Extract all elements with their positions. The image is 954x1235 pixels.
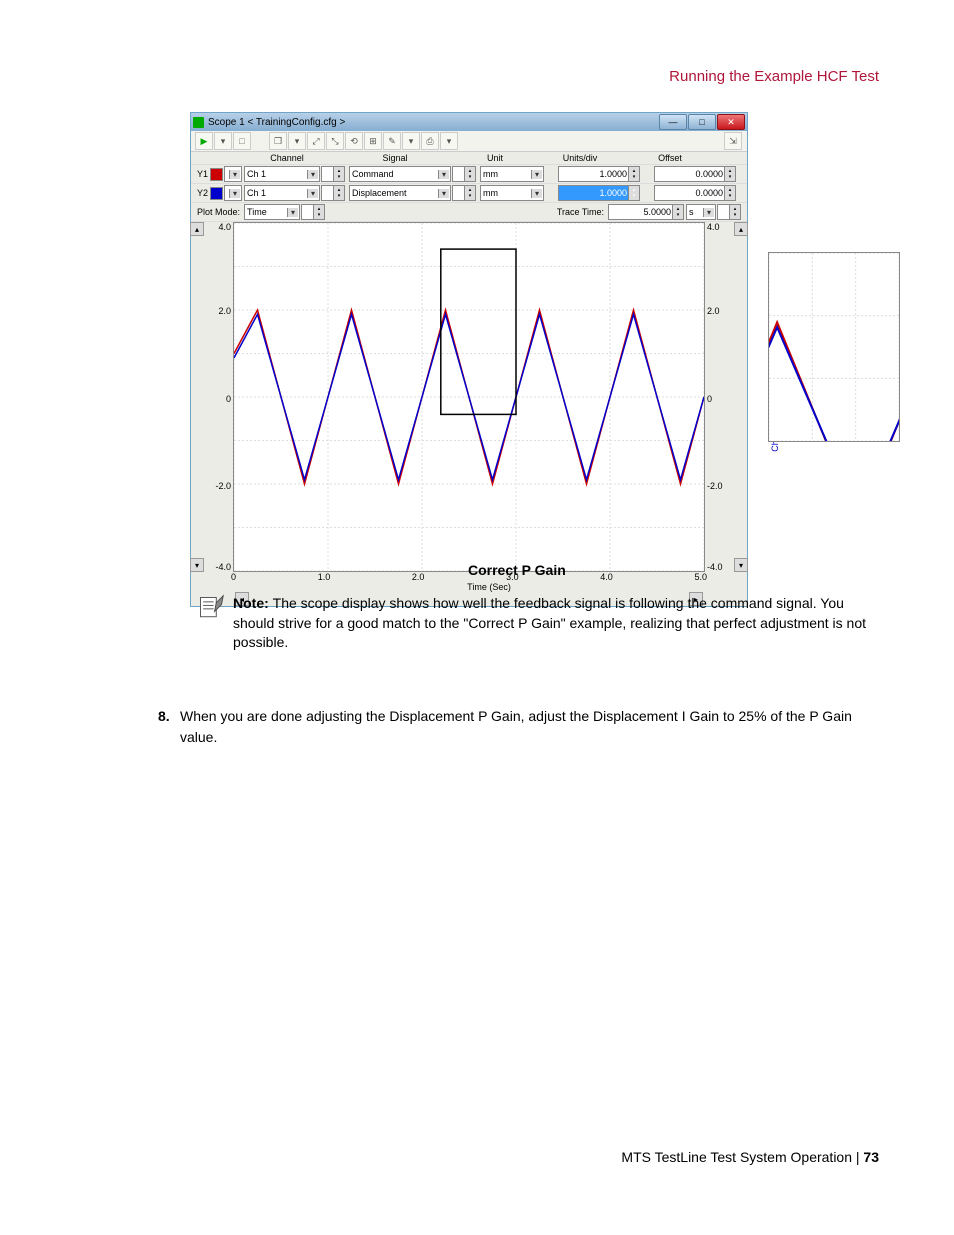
y2-label: Y2 bbox=[197, 188, 208, 198]
xtick: 0 bbox=[231, 572, 236, 582]
page-number: 73 bbox=[863, 1149, 879, 1165]
col-channel: Channel bbox=[239, 153, 335, 163]
note-text: The scope display shows how well the fee… bbox=[233, 595, 866, 650]
y1-channel-dropdown[interactable]: Ch 1 bbox=[244, 166, 320, 182]
figure-caption: Correct P Gain bbox=[468, 562, 566, 578]
play-icon[interactable]: ▶ bbox=[195, 132, 213, 150]
y1-channel-spin[interactable] bbox=[321, 166, 345, 182]
window-title: Scope 1 < TrainingConfig.cfg > bbox=[208, 117, 345, 128]
y2-row: Y2 Ch 1 Displacement mm 1.0000 0.0000 bbox=[191, 184, 747, 203]
ytick: -2.0 bbox=[215, 481, 231, 491]
zoom-inset bbox=[768, 252, 900, 442]
right-scrollbar[interactable]: ▴ ▾ bbox=[735, 222, 747, 572]
zoom-y-icon[interactable]: ⤡ bbox=[326, 132, 344, 150]
y1-row: Y1 Ch 1 Command mm 1.0000 0.0000 bbox=[191, 165, 747, 184]
ytick: 2.0 bbox=[707, 306, 720, 316]
y1-signal-dropdown[interactable]: Command bbox=[349, 166, 451, 182]
plot-mode-label: Plot Mode: bbox=[197, 207, 240, 217]
trace-time-unit-dropdown[interactable]: s bbox=[686, 204, 716, 220]
scroll-up-icon[interactable]: ▴ bbox=[734, 222, 748, 236]
window-dropdown-icon[interactable]: ▾ bbox=[288, 132, 306, 150]
page-footer: MTS TestLine Test System Operation | 73 bbox=[0, 1149, 879, 1165]
play-dropdown-icon[interactable]: ▾ bbox=[214, 132, 232, 150]
window-icon[interactable]: ❐ bbox=[269, 132, 287, 150]
y1-signal-spin[interactable] bbox=[452, 166, 476, 182]
app-icon bbox=[193, 117, 204, 128]
color-icon[interactable]: ✎ bbox=[383, 132, 401, 150]
expand-icon[interactable]: ⇲ bbox=[724, 132, 742, 150]
xtick: 2.0 bbox=[412, 572, 425, 582]
y2-offset-input[interactable]: 0.0000 bbox=[654, 185, 736, 201]
footer-text: MTS TestLine Test System Operation | bbox=[621, 1149, 863, 1165]
close-button[interactable]: ✕ bbox=[717, 114, 745, 130]
y1-offset-input[interactable]: 0.0000 bbox=[654, 166, 736, 182]
plot-mode-row: Plot Mode: Time Trace Time: 5.0000 s bbox=[191, 203, 747, 222]
y1-color-swatch[interactable] bbox=[210, 168, 223, 181]
ytick: 0 bbox=[707, 394, 712, 404]
y-axis-left: 4.0 2.0 0 -2.0 -4.0 Ch 1 Command (mm) bbox=[203, 222, 233, 572]
y1-unit-dropdown[interactable]: mm bbox=[480, 166, 544, 182]
y-axis-right: 4.0 2.0 0 -2.0 -4.0 Ch 1 Displacement (m… bbox=[705, 222, 735, 572]
scroll-down-icon[interactable]: ▾ bbox=[190, 558, 204, 572]
xtick: 1.0 bbox=[318, 572, 331, 582]
x-label: Time (Sec) bbox=[191, 582, 747, 592]
ytick: 0 bbox=[226, 394, 231, 404]
plot-area: ▴ ▾ 4.0 2.0 0 -2.0 -4.0 Ch 1 Command (mm… bbox=[191, 222, 747, 572]
y2-unit-dropdown[interactable]: mm bbox=[480, 185, 544, 201]
plot-mode-spin[interactable] bbox=[301, 204, 325, 220]
pause-icon[interactable]: □ bbox=[233, 132, 251, 150]
color-dropdown-icon[interactable]: ▾ bbox=[402, 132, 420, 150]
scroll-down-icon[interactable]: ▾ bbox=[734, 558, 748, 572]
page-header: Running the Example HCF Test bbox=[669, 68, 879, 85]
y1-label: Y1 bbox=[197, 169, 208, 179]
ytick: -4.0 bbox=[707, 562, 723, 572]
scroll-up-icon[interactable]: ▴ bbox=[190, 222, 204, 236]
print-icon[interactable]: ⎙ bbox=[421, 132, 439, 150]
maximize-button[interactable]: □ bbox=[688, 114, 716, 130]
y2-color-swatch[interactable] bbox=[210, 187, 223, 200]
y2-signal-dropdown[interactable]: Displacement bbox=[349, 185, 451, 201]
trace-time-input[interactable]: 5.0000 bbox=[608, 204, 684, 220]
zoom-auto-icon[interactable]: ⤢ bbox=[307, 132, 325, 150]
plot-mode-dropdown[interactable]: Time bbox=[244, 204, 300, 220]
y2-channel-dropdown[interactable]: Ch 1 bbox=[244, 185, 320, 201]
step-text: When you are done adjusting the Displace… bbox=[180, 706, 879, 748]
ytick: 4.0 bbox=[707, 222, 720, 232]
left-scrollbar[interactable]: ▴ ▾ bbox=[191, 222, 203, 572]
xtick: 4.0 bbox=[600, 572, 613, 582]
config-header-row: Channel Signal Unit Units/div Offset bbox=[191, 152, 747, 165]
xtick: 5.0 bbox=[694, 572, 707, 582]
y2-signal-spin[interactable] bbox=[452, 185, 476, 201]
y1-unitsdiv-input[interactable]: 1.0000 bbox=[558, 166, 640, 182]
step-8: 8. When you are done adjusting the Displ… bbox=[158, 706, 879, 748]
note-block: Note: The scope display shows how well t… bbox=[197, 594, 879, 653]
ytick: -4.0 bbox=[215, 562, 231, 572]
grid-icon[interactable]: ⊞ bbox=[364, 132, 382, 150]
zoom-reset-icon[interactable]: ⟲ bbox=[345, 132, 363, 150]
note-icon bbox=[197, 594, 225, 622]
toolbar: ▶ ▾ □ ❐ ▾ ⤢ ⤡ ⟲ ⊞ ✎ ▾ ⎙ ▾ ⇲ bbox=[191, 131, 747, 152]
col-unitsdiv: Units/div bbox=[535, 153, 625, 163]
titlebar[interactable]: Scope 1 < TrainingConfig.cfg > — □ ✕ bbox=[191, 113, 747, 131]
minimize-button[interactable]: — bbox=[659, 114, 687, 130]
y2-color-dropdown[interactable] bbox=[224, 185, 242, 201]
ytick: 4.0 bbox=[218, 222, 231, 232]
note-bold: Note: bbox=[233, 595, 273, 611]
scope-window: Scope 1 < TrainingConfig.cfg > — □ ✕ ▶ ▾… bbox=[190, 112, 748, 607]
ytick: 2.0 bbox=[218, 306, 231, 316]
y2-unitsdiv-input[interactable]: 1.0000 bbox=[558, 185, 640, 201]
y1-color-dropdown[interactable] bbox=[224, 166, 242, 182]
trace-time-label: Trace Time: bbox=[557, 207, 604, 217]
ytick: -2.0 bbox=[707, 481, 723, 491]
print-dropdown-icon[interactable]: ▾ bbox=[440, 132, 458, 150]
y2-channel-spin[interactable] bbox=[321, 185, 345, 201]
chart-canvas[interactable] bbox=[233, 222, 705, 572]
col-signal: Signal bbox=[335, 153, 455, 163]
step-number: 8. bbox=[158, 706, 180, 748]
col-unit: Unit bbox=[455, 153, 535, 163]
trace-time-spin[interactable] bbox=[717, 204, 741, 220]
col-offset: Offset bbox=[625, 153, 715, 163]
